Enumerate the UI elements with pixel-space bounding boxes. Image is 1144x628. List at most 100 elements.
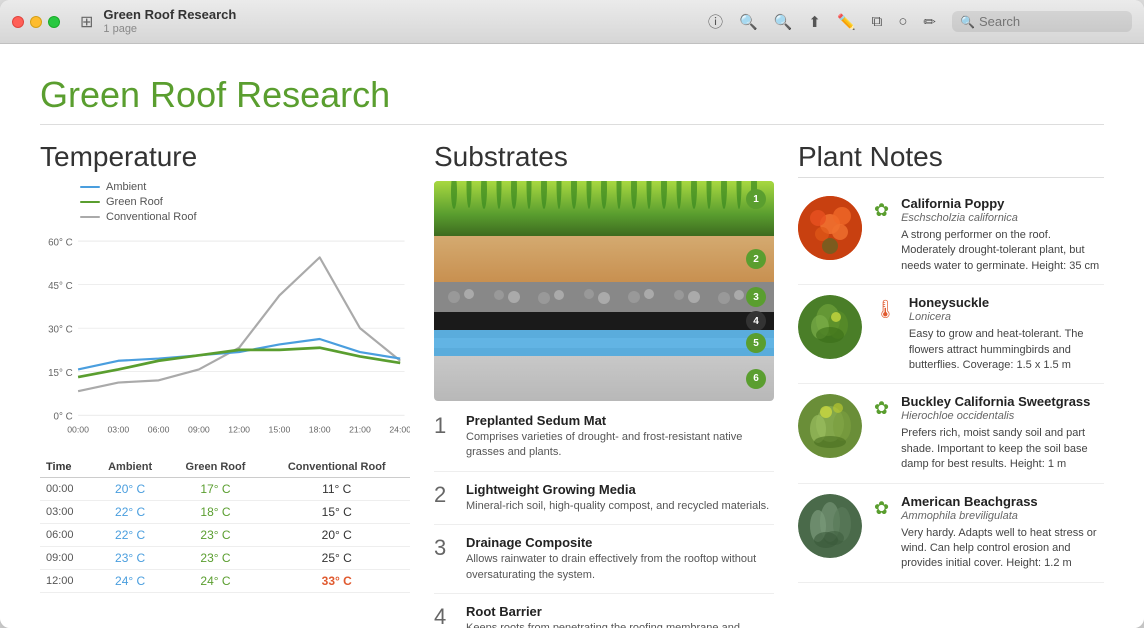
annotate-icon[interactable]: ✏ (923, 13, 936, 31)
svg-text:03:00: 03:00 (107, 425, 129, 435)
svg-text:24:00: 24:00 (389, 425, 410, 435)
table-row: 09:00 23° C 23° C 25° C (40, 547, 410, 570)
maximize-button[interactable] (48, 16, 60, 28)
list-item: 1 Preplanted Sedum Mat Comprises varieti… (434, 413, 774, 472)
conventional-cell: 11° C (263, 478, 410, 501)
substrate-text: Drainage Composite Allows rainwater to d… (466, 535, 774, 583)
search-bar[interactable]: 🔍 (952, 11, 1132, 32)
greenroof-cell: 23° C (167, 524, 263, 547)
chart-legend: Ambient Green Roof Conventional Roof (80, 181, 410, 223)
plant-latin: Hierochloe occidentalis (901, 410, 1104, 422)
svg-text:60° C: 60° C (48, 237, 73, 248)
svg-text:18:00: 18:00 (309, 425, 331, 435)
substrate-num: 2 (434, 482, 454, 514)
substrate-desc: Mineral-rich soil, high-quality compost,… (466, 499, 769, 514)
zoom-out-icon[interactable]: 🔍 (739, 13, 758, 31)
plant-info: Honeysuckle Lonicera Easy to grow and he… (909, 295, 1104, 373)
plant-photo (798, 394, 862, 458)
plant-name: Buckley California Sweetgrass (901, 394, 1104, 409)
user-icon[interactable]: ○ (898, 13, 907, 30)
conventional-cell: 20° C (263, 524, 410, 547)
time-cell: 12:00 (40, 570, 93, 593)
layer-3-badge: 3 (746, 287, 766, 307)
toolbar-tools: ⓘ 🔍 🔍 ⬆ ✏️ ⧉ ○ ✏ 🔍 (708, 11, 1132, 32)
time-cell: 03:00 (40, 501, 93, 524)
col-time: Time (40, 457, 93, 478)
ambient-cell: 23° C (93, 547, 168, 570)
titlebar: ⊞ Green Roof Research 1 page ⓘ 🔍 🔍 ⬆ ✏️ … (0, 0, 1144, 44)
plant-latin: Lonicera (909, 311, 1104, 323)
sidebar-toggle-icon[interactable]: ⊞ (80, 12, 93, 32)
plant-info: American Beachgrass Ammophila breviligul… (901, 494, 1104, 572)
plant-icon-snowflake: ✿ (874, 200, 889, 221)
main-grid: Temperature Ambient Green Roof Conventio… (40, 141, 1104, 628)
plant-photo (798, 295, 862, 359)
minimize-button[interactable] (30, 16, 42, 28)
time-cell: 00:00 (40, 478, 93, 501)
plant-desc: Easy to grow and heat-tolerant. The flow… (909, 327, 1104, 373)
document-subtitle: 1 page (103, 23, 236, 36)
time-cell: 06:00 (40, 524, 93, 547)
substrate-desc: Keeps roots from penetrating the roofing… (466, 621, 774, 628)
legend-ambient: Ambient (80, 181, 410, 193)
plant-photo (798, 196, 862, 260)
legend-conventional-label: Conventional Roof (106, 211, 197, 223)
zoom-in-icon[interactable]: 🔍 (774, 13, 793, 31)
plant-info: Buckley California Sweetgrass Hierochloe… (901, 394, 1104, 472)
plant-icon-thermometer: 🌡 (874, 299, 897, 320)
substrates-title: Substrates (434, 141, 774, 173)
greenroof-cell: 18° C (167, 501, 263, 524)
svg-text:21:00: 21:00 (349, 425, 371, 435)
close-button[interactable] (12, 16, 24, 28)
table-row: 06:00 22° C 23° C 20° C (40, 524, 410, 547)
page-title: Green Roof Research (40, 74, 1104, 125)
svg-text:00:00: 00:00 (67, 425, 89, 435)
substrate-text: Preplanted Sedum Mat Comprises varieties… (466, 413, 774, 461)
substrate-text: Root Barrier Keeps roots from penetratin… (466, 604, 774, 628)
gravel-layer: 3 (434, 282, 774, 312)
layer-2-badge: 2 (746, 249, 766, 269)
list-item: 2 Lightweight Growing Media Mineral-rich… (434, 482, 774, 525)
list-item: 4 Root Barrier Keeps roots from penetrat… (434, 604, 774, 628)
col-greenroof: Green Roof (167, 457, 263, 478)
substrate-desc: Allows rainwater to drain effectively fr… (466, 552, 774, 583)
substrate-layers: 1 2 (434, 181, 774, 401)
pen-icon[interactable]: ✏️ (837, 13, 856, 31)
ambient-cell: 22° C (93, 524, 168, 547)
ambient-cell: 22° C (93, 501, 168, 524)
info-icon[interactable]: ⓘ (708, 11, 723, 32)
temperature-chart: 60° C 45° C 30° C 15° C 0° C 00:00 (40, 229, 410, 449)
conventional-cell: 33° C (263, 570, 410, 593)
plant-desc: A strong performer on the roof. Moderate… (901, 228, 1104, 274)
plant-desc: Prefers rich, moist sandy soil and part … (901, 426, 1104, 472)
col-conventional: Conventional Roof (263, 457, 410, 478)
svg-text:12:00: 12:00 (228, 425, 250, 435)
titlebar-center: ⊞ Green Roof Research 1 page (72, 7, 708, 36)
greenroof-line-color (80, 201, 100, 203)
greenroof-cell: 24° C (167, 570, 263, 593)
plant-notes-section: Plant Notes (798, 141, 1104, 628)
substrate-desc: Comprises varieties of drought- and fros… (466, 430, 774, 461)
svg-text:45° C: 45° C (48, 281, 73, 292)
legend-conventional: Conventional Roof (80, 211, 410, 223)
window-icon[interactable]: ⧉ (872, 13, 883, 30)
document-title: Green Roof Research (103, 7, 236, 23)
conventional-cell: 15° C (263, 501, 410, 524)
svg-text:09:00: 09:00 (188, 425, 210, 435)
traffic-lights (12, 16, 60, 28)
substrate-num: 3 (434, 535, 454, 583)
plant-name: Honeysuckle (909, 295, 1104, 310)
plant-notes-title: Plant Notes (798, 141, 1104, 178)
svg-text:15:00: 15:00 (269, 425, 291, 435)
substrate-list: 1 Preplanted Sedum Mat Comprises varieti… (434, 413, 774, 628)
substrate-title: Drainage Composite (466, 535, 774, 550)
plant-item: ✿ Buckley California Sweetgrass Hierochl… (798, 384, 1104, 483)
water-layer: 5 (434, 330, 774, 356)
search-input[interactable] (979, 14, 1119, 29)
chart-svg: 60° C 45° C 30° C 15° C 0° C 00:00 (40, 229, 410, 449)
plant-latin: Eschscholzia californica (901, 212, 1104, 224)
plant-item: ✿ American Beachgrass Ammophila brevilig… (798, 484, 1104, 583)
share-icon[interactable]: ⬆ (808, 13, 821, 31)
substrate-image-stack: 1 2 (434, 181, 774, 401)
svg-text:15° C: 15° C (48, 368, 73, 379)
